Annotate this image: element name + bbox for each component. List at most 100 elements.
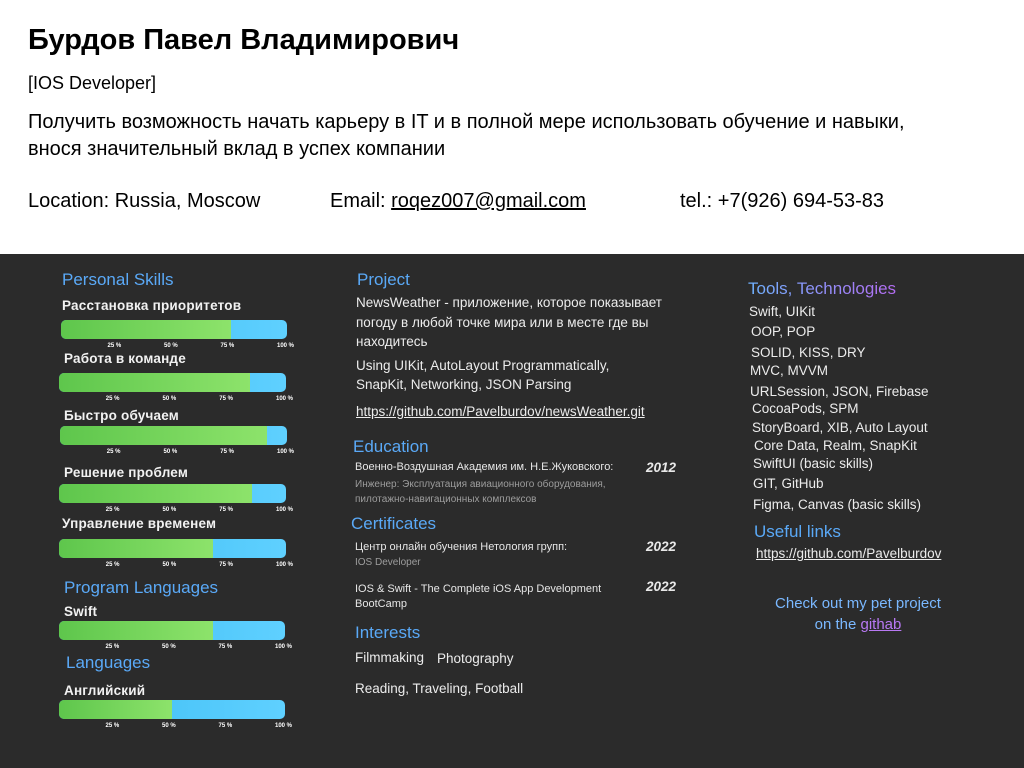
pet-project-line: Check out my pet project <box>775 595 941 612</box>
skill-scale-tick: 100 % <box>276 562 294 568</box>
skill-bar <box>60 426 287 445</box>
certificate-title: BootCamp <box>355 598 407 610</box>
education-heading: Education <box>353 437 429 456</box>
skill-scale-tick: 25 % <box>105 562 120 568</box>
certificates-heading: Certificates <box>351 514 437 533</box>
skill-bar-fill <box>60 426 267 445</box>
certificate-year: 2022 <box>646 539 677 554</box>
skill-scale-tick: 50 % <box>162 562 177 568</box>
skill-bar <box>59 484 286 503</box>
pet-project-prefix: on the <box>814 616 861 633</box>
skill-scale-tick: 50 % <box>163 449 178 455</box>
skill-bar <box>59 700 285 719</box>
skill-scale-tick: 25 % <box>107 343 122 349</box>
skill-scale-tick: 50 % <box>162 644 176 650</box>
skill-scale: 25 % 50 % 75 % 100 % <box>59 396 293 406</box>
resume-header: Бурдов Павел Владимирович [IOS Developer… <box>0 0 1024 254</box>
skill-scale-tick: 75 % <box>220 449 234 455</box>
project-heading: Project <box>357 270 410 289</box>
skill-bar-fill <box>61 320 231 339</box>
email-label: Email: <box>330 190 392 212</box>
tool-item: GIT, GitHub <box>753 476 824 491</box>
skill-scale: 25 % 50 % 75 % 100 % <box>60 449 294 459</box>
skill-scale-tick: 75 % <box>218 644 233 650</box>
interest-item: Photography <box>437 651 514 666</box>
skill-bar-fill <box>59 373 250 392</box>
skill-scale-tick: 100 % <box>277 449 295 455</box>
skill-bar <box>59 621 285 640</box>
resume-body: Personal Skills Program Languages Langua… <box>0 254 1024 768</box>
tool-item: SOLID, KISS, DRY <box>751 345 866 360</box>
education-detail-line: пилотажно-навигационных комплексов <box>355 494 537 505</box>
tool-item: SwiftUI (basic skills) <box>753 456 874 471</box>
education-school: Военно-Воздушная Академия им. Н.Е.Жуковс… <box>355 461 614 473</box>
skill-scale-tick: 100 % <box>275 723 293 729</box>
phone: tel.: +7(926) 694-53-83 <box>680 190 885 212</box>
project-stack-line: SnapKit, Networking, JSON Parsing <box>356 377 572 392</box>
pet-project-callout: Check out my pet project on the githab <box>736 593 980 635</box>
pet-project-link[interactable]: githab <box>861 616 902 633</box>
program-languages-heading: Program Languages <box>64 578 219 597</box>
certificate-title: IOS & Swift - The Complete iOS App Devel… <box>355 583 602 595</box>
skill-label: Решение проблем <box>64 465 189 480</box>
skill-scale-tick: 75 % <box>219 507 233 513</box>
skill-scale-tick: 50 % <box>164 343 178 349</box>
skill-scale-tick: 100 % <box>276 507 294 513</box>
interest-item: Filmmaking <box>355 650 425 665</box>
project-description-line: погоду в любой точке мира или в месте гд… <box>356 315 649 330</box>
tool-item: Swift, UIKit <box>749 304 816 319</box>
tool-item: StoryBoard, XIB, Auto Layout <box>752 420 928 435</box>
skill-scale-tick: 25 % <box>105 723 120 729</box>
skill-bar-fill <box>59 484 252 503</box>
skill-scale: 25 % 50 % 75 % 100 % <box>59 723 293 733</box>
skill-scale-tick: 25 % <box>105 396 120 402</box>
certificate-subtitle: IOS Developer <box>355 557 421 568</box>
tool-item: OOP, POP <box>751 324 816 339</box>
project-stack-line: Using UIKit, AutoLayout Programmatically… <box>356 358 610 373</box>
tool-item: CocoaPods, SPM <box>752 401 859 416</box>
tool-item: MVC, MVVM <box>750 363 829 378</box>
skill-scale-tick: 25 % <box>105 507 120 513</box>
personal-skills-heading: Personal Skills <box>62 270 174 289</box>
github-profile-link[interactable]: https://github.com/Pavelburdov <box>756 546 941 561</box>
tool-item: Core Data, Realm, SnapKit <box>754 438 917 453</box>
skill-scale: 25 % 50 % 75 % 100 % <box>59 644 293 654</box>
skill-label: Управление временем <box>62 516 217 531</box>
skill-scale-tick: 100 % <box>276 396 294 402</box>
skill-label: Расстановка приоритетов <box>62 298 242 313</box>
skill-scale-tick: 75 % <box>219 562 233 568</box>
education-detail-line: Инженер: Эксплуатация авиационного обору… <box>355 479 606 490</box>
tools-heading: Tools, Technologies <box>748 279 897 298</box>
skill-bar-fill <box>59 621 213 640</box>
skill-scale-tick: 25 % <box>106 449 121 455</box>
full-name: Бурдов Павел Владимирович <box>28 24 460 56</box>
skill-scale-tick: 50 % <box>162 396 177 402</box>
skill-bar-fill <box>59 700 172 719</box>
project-repo-link[interactable]: https://github.com/Pavelburdov/newsWeath… <box>356 404 645 419</box>
interest-item: Reading, Traveling, Football <box>355 681 524 696</box>
certificate-title: Центр онлайн обучения Нетология групп: <box>355 541 568 553</box>
skill-label: Быстро обучаем <box>64 408 179 423</box>
project-description-line: NewsWeather - приложение, которое показы… <box>356 295 662 310</box>
interests-heading: Interests <box>355 623 421 642</box>
skill-scale-tick: 75 % <box>219 396 233 402</box>
skill-bar <box>59 539 286 558</box>
useful-links-heading: Useful links <box>754 522 841 541</box>
location: Location: Russia, Moscow <box>28 190 261 212</box>
tool-item: Figma, Canvas (basic skills) <box>753 497 922 512</box>
job-title: [IOS Developer] <box>28 73 157 93</box>
skill-bar-fill <box>59 539 214 558</box>
project-description-line: находитесь <box>356 334 428 349</box>
skill-scale: 25 % 50 % 75 % 100 % <box>59 562 293 572</box>
skill-scale-tick: 100 % <box>275 644 293 650</box>
skill-scale-tick: 75 % <box>220 343 235 349</box>
skill-bar <box>59 373 286 392</box>
career-objective: Получить возможность начать карьеру в IT… <box>28 111 905 160</box>
skill-scale-tick: 25 % <box>105 644 120 650</box>
education-year: 2012 <box>646 460 677 475</box>
skill-label: Английский <box>64 683 146 698</box>
skill-scale-tick: 50 % <box>162 507 177 513</box>
skill-scale-tick: 75 % <box>218 723 233 729</box>
skill-label: Swift <box>64 604 98 619</box>
email-link[interactable]: roqez007@gmail.com <box>391 190 586 212</box>
